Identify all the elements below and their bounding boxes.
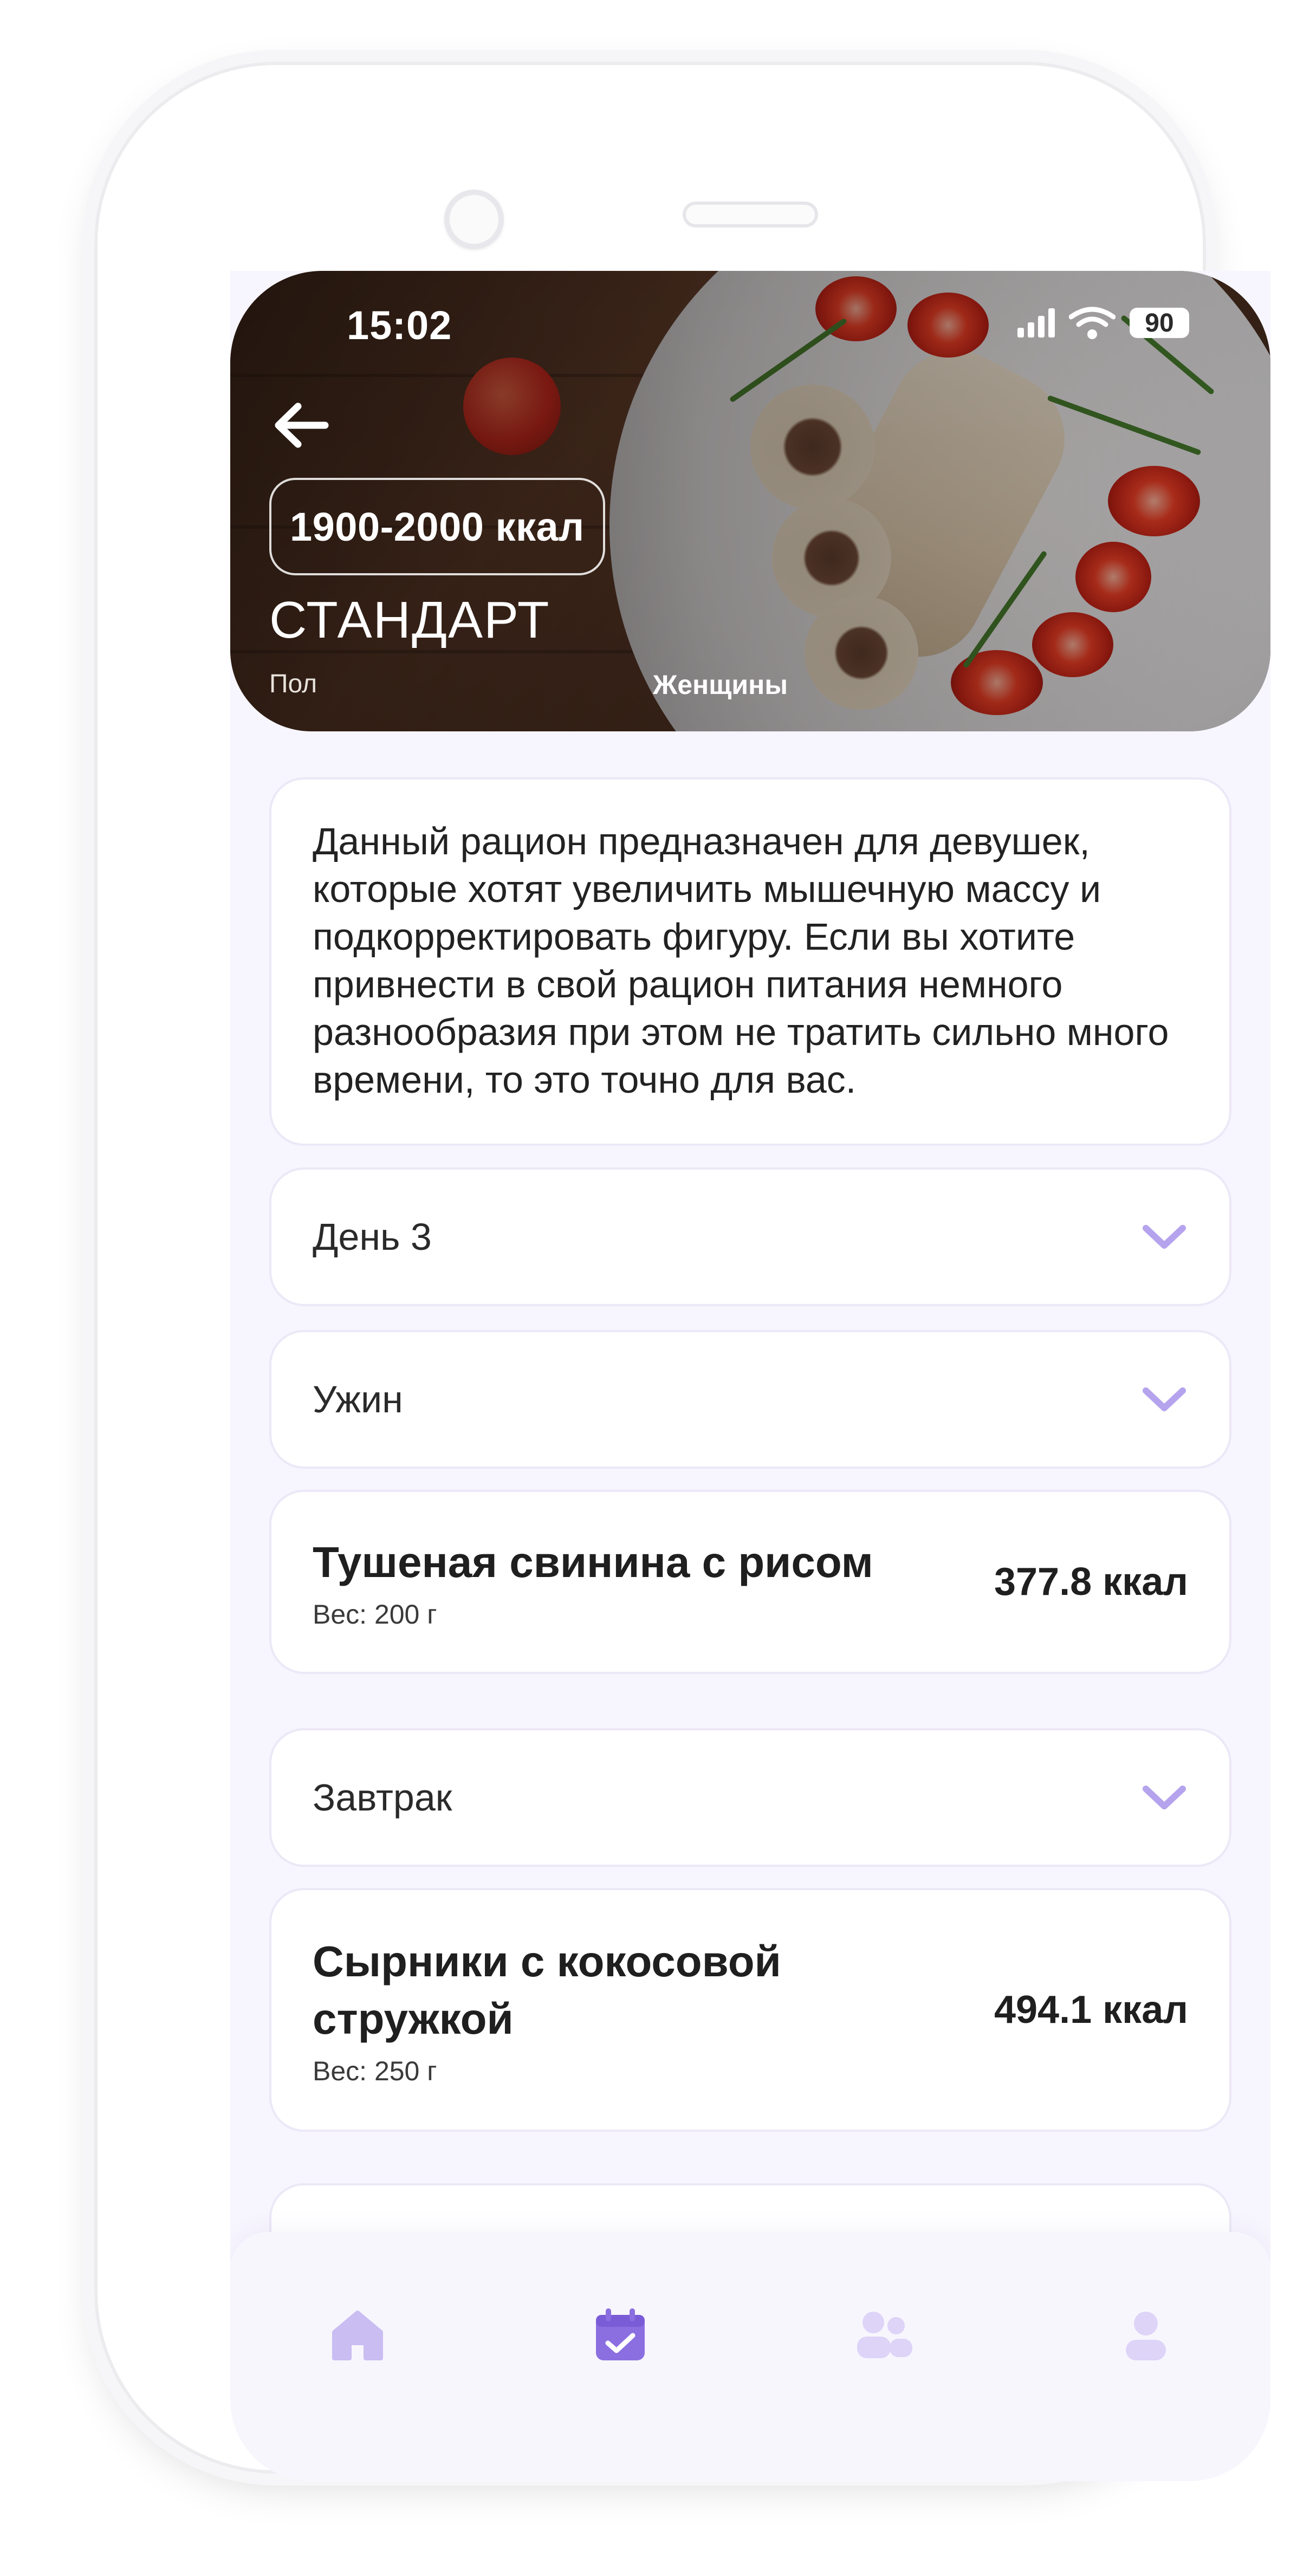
back-button[interactable] bbox=[268, 395, 333, 455]
sex-value: Женщины bbox=[653, 670, 788, 700]
tab-home[interactable] bbox=[320, 2297, 395, 2373]
status-icons: 90 bbox=[1017, 307, 1189, 339]
home-icon bbox=[332, 2311, 383, 2360]
earpiece-speaker bbox=[683, 202, 818, 228]
dish-weight: Вес: 200 г bbox=[313, 1599, 437, 1630]
chevron-down-icon bbox=[1143, 1387, 1186, 1411]
meal-section-breakfast[interactable]: Завтрак bbox=[269, 1728, 1231, 1867]
sex-label: Пол bbox=[269, 670, 317, 698]
dish-card[interactable]: Сырники с кокосовой стружкой Вес: 250 г … bbox=[269, 1888, 1231, 2132]
day-selector[interactable]: День 3 bbox=[269, 1167, 1231, 1306]
dish-name: Тушеная свинина с рисом bbox=[313, 1538, 873, 1586]
dish-calories: 377.8 ккал bbox=[994, 1560, 1188, 1604]
day-selector-label: День 3 bbox=[313, 1216, 432, 1258]
dish-info: Сырники с кокосовой стружкой Вес: 250 г bbox=[313, 1933, 919, 2087]
meal-section-label: Завтрак bbox=[313, 1776, 452, 1819]
chevron-down-icon bbox=[1143, 1225, 1186, 1249]
chevron-down-icon bbox=[1143, 1786, 1186, 1809]
bottom-tab-bar bbox=[230, 2232, 1270, 2481]
plan-description: Данный рацион предназначен для девушек, … bbox=[269, 777, 1231, 1146]
users-icon bbox=[857, 2312, 912, 2358]
dish-name: Сырники с кокосовой стружкой bbox=[313, 1937, 781, 2043]
hero-banner: 15:02 90 1900-2000 ккал СТАНДАРТ Пол Жен… bbox=[230, 271, 1270, 731]
dish-info: Тушеная свинина с рисом Вес: 200 г bbox=[313, 1534, 873, 1630]
phone-frame: 15:02 90 1900-2000 ккал СТАНДАРТ Пол Жен… bbox=[98, 65, 1270, 2481]
dish-calories: 494.1 ккал bbox=[994, 1988, 1188, 2032]
wifi-icon bbox=[1069, 307, 1116, 339]
user-icon bbox=[1126, 2312, 1166, 2360]
status-time: 15:02 bbox=[347, 303, 452, 348]
tab-meal-plan[interactable] bbox=[582, 2297, 658, 2373]
dish-card[interactable]: Тушеная свинина с рисом Вес: 200 г 377.8… bbox=[269, 1490, 1231, 1674]
front-camera bbox=[444, 190, 504, 249]
dish-weight: Вес: 250 г bbox=[313, 2056, 437, 2086]
battery-indicator: 90 bbox=[1130, 308, 1189, 338]
signal-icon bbox=[1017, 308, 1055, 338]
calories-range-badge: 1900-2000 ккал bbox=[269, 478, 605, 575]
arrow-left-icon bbox=[275, 403, 329, 448]
app-screen: 15:02 90 1900-2000 ккал СТАНДАРТ Пол Жен… bbox=[230, 271, 1270, 2481]
meal-section-dinner[interactable]: Ужин bbox=[269, 1330, 1231, 1469]
calendar-check-icon bbox=[596, 2308, 645, 2360]
meal-section-label: Ужин bbox=[313, 1378, 403, 1420]
tab-profile[interactable] bbox=[1108, 2297, 1184, 2373]
plan-title: СТАНДАРТ bbox=[269, 591, 550, 649]
tab-community[interactable] bbox=[845, 2297, 921, 2373]
